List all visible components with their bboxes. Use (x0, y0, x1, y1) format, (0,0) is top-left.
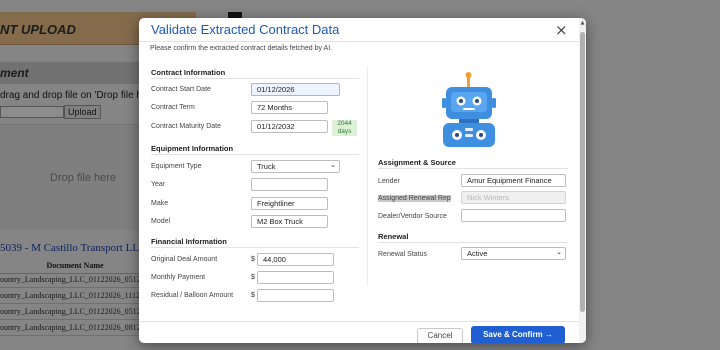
cancel-button[interactable]: Cancel (417, 328, 463, 343)
monthly-payment-field[interactable] (257, 271, 334, 284)
currency-symbol: $ (251, 274, 255, 281)
financial-info-heading: Financial Information (151, 237, 227, 246)
modal-title: Validate Extracted Contract Data (151, 22, 340, 37)
renewal-status-value: Active (467, 249, 488, 258)
lender-label: Lender (378, 178, 400, 185)
maturity-date-label: Contract Maturity Date (151, 123, 222, 130)
year-field[interactable] (251, 178, 328, 191)
make-field[interactable]: Freightliner (251, 197, 328, 210)
equipment-type-select[interactable]: Truck ⌄ (251, 160, 340, 173)
section-divider (378, 168, 568, 169)
equipment-info-heading: Equipment Information (151, 144, 234, 153)
scrollbar-thumb[interactable] (580, 32, 585, 312)
days-remaining-badge: 2044 days (332, 120, 357, 136)
residual-amount-field[interactable] (257, 289, 334, 302)
dealer-source-field[interactable] (461, 209, 566, 222)
section-divider (378, 242, 568, 243)
year-label: Year (151, 181, 166, 188)
equipment-type-value: Truck (257, 162, 276, 171)
scroll-up-icon[interactable]: ▲ (579, 20, 586, 26)
model-field[interactable]: M2 Box Truck (251, 215, 328, 228)
renewal-heading: Renewal (378, 232, 409, 241)
section-divider (151, 154, 359, 155)
start-date-label: Contract Start Date (151, 86, 211, 93)
assigned-rep-label: Assigned Renewal Rep (378, 195, 451, 202)
assigned-rep-field[interactable]: Nick Winters (461, 191, 566, 204)
monthly-payment-label: Monthly Payment (151, 274, 206, 281)
days-number: 2044 (337, 120, 352, 127)
close-icon[interactable]: × (555, 21, 568, 39)
maturity-date-field[interactable]: 01/12/2032 (251, 120, 328, 133)
equipment-type-label: Equipment Type (151, 163, 202, 170)
term-field[interactable]: 72 Months (251, 101, 328, 114)
currency-symbol: $ (251, 256, 255, 263)
save-confirm-button[interactable]: Save & Confirm → (471, 326, 565, 343)
section-divider (151, 78, 359, 79)
assignment-heading: Assignment & Source (378, 158, 456, 167)
chevron-down-icon: ⌄ (330, 161, 336, 169)
lender-field[interactable]: Amur Equipment Finance (461, 174, 566, 187)
model-label: Model (151, 218, 171, 225)
section-divider (151, 247, 359, 248)
make-label: Make (151, 200, 169, 207)
dealer-source-label: Dealer/Vendor Source (378, 213, 447, 220)
renewal-status-select[interactable]: Active ⌄ (461, 247, 566, 260)
deal-amount-field[interactable]: 44,000 (257, 253, 334, 266)
robot-icon (442, 72, 496, 147)
start-date-field[interactable]: 01/12/2026 (251, 83, 340, 96)
chevron-down-icon: ⌄ (556, 248, 562, 256)
header-divider (139, 41, 579, 42)
renewal-status-label: Renewal Status (378, 251, 428, 258)
validate-contract-modal: Validate Extracted Contract Data × Pleas… (139, 18, 586, 343)
deal-amount-label: Original Deal Amount (151, 256, 218, 263)
modal-subtitle: Please confirm the extracted contract de… (150, 45, 333, 52)
contract-info-heading: Contract Information (151, 68, 226, 77)
term-label: Contract Term (151, 104, 195, 111)
currency-symbol: $ (251, 292, 255, 299)
residual-amount-label: Residual / Balloon Amount (151, 292, 234, 299)
footer-divider (139, 321, 579, 322)
days-unit: days (337, 128, 352, 135)
column-divider (367, 66, 368, 286)
